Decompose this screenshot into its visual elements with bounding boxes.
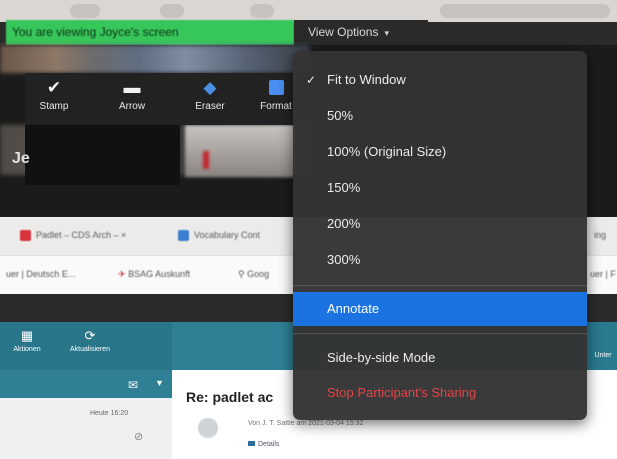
actions-label: Aktionen: [13, 346, 41, 353]
details-label: Details: [258, 441, 280, 448]
browser-tab-vocabulary[interactable]: Vocabulary Cont: [178, 227, 260, 243]
menu-item-label: 200%: [327, 216, 361, 231]
bookmark-label: Goog: [247, 269, 270, 279]
menu-item-fit-to-window[interactable]: ✓ Fit to Window: [293, 63, 587, 97]
menu-item-label: 50%: [327, 108, 354, 123]
arrow-tool[interactable]: ▬ Arrow: [103, 73, 161, 125]
mail-header-right: Unter: [586, 322, 617, 370]
avatar: [198, 418, 218, 438]
actions-button[interactable]: ▦ Aktionen: [8, 328, 46, 353]
checkmark-icon: ✔: [46, 78, 62, 97]
toolbar-ghost-1: [70, 4, 100, 18]
toolbar-ghost-2: [160, 4, 184, 18]
browser-tab-label: Vocabulary Cont: [194, 230, 261, 240]
red-object: [203, 151, 209, 169]
menu-separator: [293, 333, 587, 334]
envelope-icon[interactable]: ✉: [128, 378, 138, 392]
menu-item-label: Annotate: [327, 301, 380, 316]
chevron-down-icon[interactable]: ▼: [155, 378, 164, 388]
menu-item-300[interactable]: 300%: [293, 243, 587, 277]
menu-item-50[interactable]: 50%: [293, 99, 587, 133]
location-pin-icon: ⚲: [238, 269, 245, 279]
message-subject: Re: padlet ac: [186, 389, 274, 405]
eraser-tool[interactable]: ◆ Eraser: [181, 73, 239, 125]
mail-list-toolbar: [0, 370, 172, 398]
menu-item-label: 100% (Original Size): [327, 144, 447, 159]
browser-tab-label: ing: [594, 230, 607, 240]
menu-item-label: 300%: [327, 252, 361, 267]
eraser-icon: ◆: [203, 78, 217, 97]
details-link[interactable]: Details: [248, 441, 279, 448]
view-options-label: View Options: [308, 25, 379, 39]
participant-video-thumbnail: [185, 125, 295, 177]
browser-tab-other[interactable]: ing: [594, 227, 606, 243]
view-options-menu: ✓ Fit to Window 50% 100% (Original Size)…: [293, 51, 587, 420]
menu-item-100[interactable]: 100% (Original Size): [293, 135, 587, 169]
toolbar-ghost-4: [440, 4, 610, 18]
bookmark-item[interactable]: uer | F: [590, 269, 616, 279]
refresh-icon: ⟳: [84, 328, 96, 343]
arrow-icon: ▬: [123, 78, 141, 97]
chevron-down-icon: ▾: [384, 28, 390, 38]
menu-separator: [293, 285, 587, 286]
window-top-strip: [0, 0, 617, 22]
checkmark-icon: ✓: [306, 73, 317, 87]
right-header-label: Unter: [594, 352, 612, 359]
bookmark-item[interactable]: ✈ BSAG Auskunft: [118, 269, 190, 280]
mail-header-left: ▦ Aktionen ⟳ Aktualisieren: [0, 322, 172, 370]
view-options-button[interactable]: View Options ▾: [294, 20, 428, 45]
menu-item-stop-sharing[interactable]: Stop Participant's Sharing: [293, 376, 587, 410]
bookmark-item[interactable]: ⚲ Goog: [238, 269, 269, 280]
shared-screen-dark-block: [25, 125, 180, 185]
menu-item-label: 150%: [327, 180, 361, 195]
stamp-tool[interactable]: ✔ Stamp: [25, 73, 83, 125]
eraser-tool-label: Eraser: [195, 101, 225, 112]
padlet-favicon-icon: [20, 230, 31, 242]
viewing-banner-text: You are viewing Joyce's screen: [12, 25, 179, 39]
menu-item-annotate[interactable]: Annotate: [293, 292, 587, 326]
menu-item-side-by-side[interactable]: Side-by-side Mode: [293, 341, 587, 375]
details-icon: [248, 441, 255, 446]
viewing-banner: You are viewing Joyce's screen: [6, 20, 294, 45]
annotate-toolbar: ✔ Stamp ▬ Arrow ◆ Eraser Format: [25, 73, 300, 125]
bookmark-bird-icon: ✈: [118, 269, 126, 279]
paperclip-icon: ⊘: [134, 431, 144, 443]
menu-item-label: Stop Participant's Sharing: [327, 385, 477, 400]
menu-item-label: Fit to Window: [327, 72, 406, 87]
browser-tab-label: Padlet – CDS Arch – ×: [36, 230, 127, 240]
stamp-tool-label: Stamp: [39, 101, 69, 112]
toolbar-ghost-3: [250, 4, 274, 18]
menu-item-200[interactable]: 200%: [293, 207, 587, 241]
doc-favicon-icon: [178, 230, 189, 242]
menu-item-label: Side-by-side Mode: [327, 350, 436, 365]
message-from: Von J. T. Sattle am 2021-03-04 15:32: [248, 420, 364, 427]
participant-initial: Je: [12, 150, 30, 167]
right-header-button[interactable]: Unter: [590, 352, 616, 359]
bookmark-item[interactable]: uer | Deutsch E...: [6, 269, 75, 279]
shared-screen-photo-strip: [0, 45, 310, 73]
refresh-button[interactable]: ⟳ Aktualisieren: [62, 328, 118, 353]
menu-item-150[interactable]: 150%: [293, 171, 587, 205]
browser-tab-padlet[interactable]: Padlet – CDS Arch – ×: [20, 227, 126, 243]
grid-icon: ▦: [20, 328, 34, 343]
mail-list-time: Heute 16:20: [90, 410, 129, 417]
bookmark-label: BSAG Auskunft: [128, 269, 191, 279]
refresh-label: Aktualisieren: [69, 346, 111, 353]
arrow-tool-label: Arrow: [118, 101, 146, 112]
